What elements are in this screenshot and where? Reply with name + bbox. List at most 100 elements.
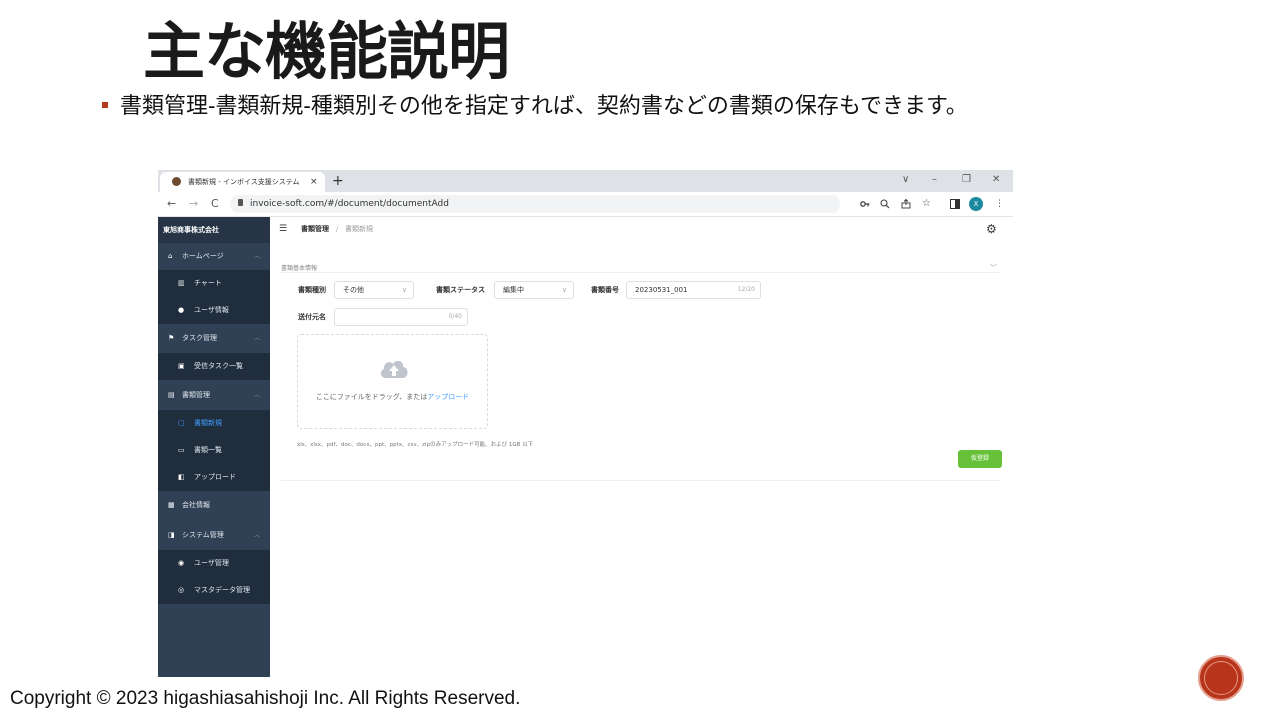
main-content: 書類基本情報 ﹀ 書類種別 その他 ∨ 書類ステータス 編集中 ∨ 書類番号 2…	[270, 242, 1013, 677]
restore-button[interactable]: ❐	[962, 173, 971, 187]
new-document-icon: ▢	[178, 419, 185, 427]
sidebar-item-label: ユーザ管理	[194, 559, 229, 567]
document-icon: ▤	[168, 391, 175, 399]
share-icon[interactable]	[901, 199, 911, 209]
breadcrumb-parent[interactable]: 書類管理	[301, 217, 329, 242]
bullet-text: 書類管理-書類新規-種類別その他を指定すれば、契約書などの書類の保存もできます。	[120, 94, 968, 119]
file-upload-dropzone[interactable]: ここにファイルをドラッグ、またはアップロード	[297, 334, 488, 429]
document-status-label: 書類ステータス	[436, 286, 485, 294]
upload-icon: ◧	[178, 473, 185, 481]
folder-icon: ▭	[178, 446, 185, 454]
new-tab-button[interactable]: +	[332, 171, 344, 191]
document-number-count: 12/20	[737, 286, 755, 293]
building-icon: ▦	[168, 501, 175, 509]
chevron-down-icon: ∨	[561, 286, 567, 294]
chevron-up-icon: ︿	[254, 532, 261, 539]
sidebar-item-user-info[interactable]: ● ユーザ情報	[158, 297, 270, 324]
document-status-value: 編集中	[503, 286, 524, 294]
sidebar-item-label: システム管理	[182, 531, 224, 539]
sender-name-input[interactable]: 0/40	[334, 308, 468, 326]
sidebar-item-company-info[interactable]: ▦ 会社情報	[158, 492, 270, 519]
sidebar-item-system[interactable]: ◨ システム管理 ︿	[158, 522, 270, 549]
browser-window: 書類新規 - インボイス支援システム × + ∨ – ❐ ✕ ← → C inv…	[158, 170, 1013, 677]
forward-button[interactable]: →	[189, 196, 198, 212]
back-button[interactable]: ←	[167, 196, 176, 212]
sidebar-item-label: 受信タスク一覧	[194, 362, 243, 370]
chart-icon: ▥	[178, 279, 185, 287]
sidepanel-icon[interactable]	[950, 199, 960, 209]
sidebar-item-label: ホームページ	[182, 252, 224, 260]
breadcrumb-current: 書類新規	[345, 225, 373, 233]
menu-icon[interactable]: ⋮	[995, 197, 1004, 211]
chevron-up-icon: ︿	[254, 392, 261, 399]
system-icon: ◨	[168, 531, 175, 539]
sidebar-item-chart[interactable]: ▥ チャート	[158, 270, 270, 297]
document-type-select[interactable]: その他 ∨	[334, 281, 414, 299]
sidebar-item-label: ユーザ情報	[194, 306, 229, 314]
slide-bullet: 書類管理-書類新規-種類別その他を指定すれば、契約書などの書類の保存もできます。	[102, 92, 968, 122]
hamburger-icon[interactable]: ☰	[279, 224, 287, 234]
sidebar-item-upload[interactable]: ◧ アップロード	[158, 464, 270, 491]
document-number-value: 20230531_001	[635, 286, 688, 294]
upload-link[interactable]: アップロード	[427, 393, 469, 401]
company-logo-seal	[1198, 655, 1244, 701]
document-status-select[interactable]: 編集中 ∨	[494, 281, 574, 299]
slide-title: 主な機能説明	[143, 15, 510, 88]
clipboard-icon: ▣	[178, 362, 185, 370]
section-title: 書類基本情報	[281, 265, 318, 272]
sidebar-item-task[interactable]: ⚑ タスク管理 ︿	[158, 325, 270, 352]
cloud-upload-icon	[380, 360, 408, 378]
tab-title: 書類新規 - インボイス支援システム	[188, 178, 300, 186]
divider	[281, 480, 1001, 481]
sidebar-item-new-document[interactable]: ▢ 書類新規	[158, 410, 270, 437]
tab-close-icon[interactable]: ×	[310, 172, 318, 192]
divider	[281, 272, 1001, 273]
sender-name-label: 送付元名	[298, 313, 326, 321]
gear-icon[interactable]: ⚙	[986, 222, 997, 236]
tab-bar: 書類新規 - インボイス支援システム × + ∨ – ❐ ✕	[158, 170, 1013, 192]
sidebar-item-home[interactable]: ⌂ ホームページ ︿	[158, 243, 270, 270]
sidebar-item-user-management[interactable]: ◉ ユーザ管理	[158, 550, 270, 577]
upload-text: ここにファイルをドラッグ、または	[315, 393, 428, 401]
url-field[interactable]: invoice-soft.com/#/document/documentAdd …	[230, 195, 931, 213]
company-name: 東旭商事株式会社	[158, 217, 270, 243]
sidebar-item-label: アップロード	[194, 473, 236, 481]
sidebar-item-documents[interactable]: ▤ 書類管理 ︿	[158, 382, 270, 409]
breadcrumb-separator: /	[336, 225, 339, 233]
sender-name-count: 0/40	[448, 313, 462, 320]
sidebar-item-label: 書類一覧	[194, 446, 222, 454]
zoom-icon[interactable]	[880, 199, 890, 209]
chevron-up-icon: ︿	[254, 335, 261, 342]
sidebar-item-master-data[interactable]: ◎ マスタデータ管理	[158, 577, 270, 604]
document-number-input[interactable]: 20230531_001 12/20	[626, 281, 761, 299]
users-icon: ◉	[178, 559, 185, 567]
sidebar-item-label: チャート	[194, 279, 222, 287]
browser-tab[interactable]: 書類新規 - インボイス支援システム ×	[160, 172, 325, 192]
tab-search-icon[interactable]: ∨	[902, 173, 909, 187]
upload-hint: xls、xlsx、pdf、doc、docx、ppt、pptx、csv、zipのみ…	[297, 442, 534, 448]
document-number-label: 書類番号	[591, 286, 619, 294]
sidebar-item-document-list[interactable]: ▭ 書類一覧	[158, 437, 270, 464]
provisional-register-button[interactable]: 仮登録	[958, 450, 1002, 468]
sidebar-item-label: 会社情報	[182, 501, 210, 509]
database-icon: ◎	[178, 586, 185, 594]
profile-avatar[interactable]: X	[969, 197, 983, 211]
page-header: ☰ 書類管理 / 書類新規 ⚙	[270, 217, 1013, 243]
bullet-mark	[102, 102, 108, 108]
home-icon: ⌂	[168, 252, 173, 260]
user-icon: ●	[178, 306, 185, 314]
lock-icon	[238, 199, 243, 206]
star-icon[interactable]: ☆	[922, 197, 931, 211]
url-text: invoice-soft.com/#/document/documentAdd	[250, 199, 449, 209]
sidebar-item-label: マスタデータ管理	[194, 586, 250, 594]
minimize-button[interactable]: –	[932, 173, 937, 187]
sidebar-item-label: 書類新規	[194, 419, 222, 427]
reload-button[interactable]: C	[211, 196, 219, 212]
close-window-button[interactable]: ✕	[992, 173, 1000, 187]
favicon-icon	[172, 177, 181, 186]
key-icon[interactable]	[860, 200, 870, 208]
sidebar: 東旭商事株式会社 ⌂ ホームページ ︿ ▥ チャート ● ユーザ情報 ⚑ タスク…	[158, 217, 270, 677]
sidebar-item-label: 書類管理	[182, 391, 210, 399]
sidebar-item-received-tasks[interactable]: ▣ 受信タスク一覧	[158, 353, 270, 380]
chevron-up-icon: ︿	[254, 253, 261, 260]
